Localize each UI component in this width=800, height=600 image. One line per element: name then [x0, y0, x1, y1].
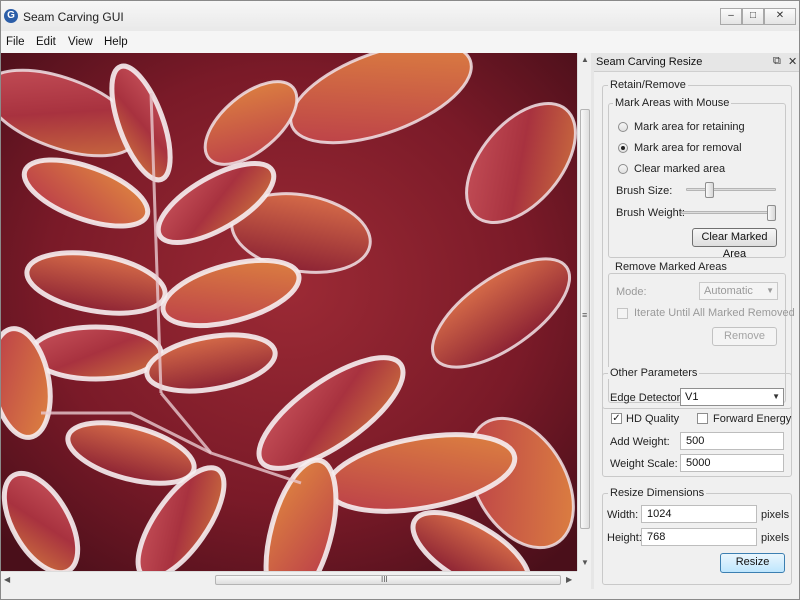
clear-marked-area-button[interactable]: Clear Marked Area: [692, 228, 777, 260]
radio-clear-marked[interactable]: [618, 164, 628, 174]
forward-energy-label[interactable]: Forward Energy: [713, 413, 791, 425]
resize-dimensions-title: Resize Dimensions: [608, 487, 707, 499]
brush-size-label: Brush Size:: [616, 185, 673, 197]
height-label: Height:: [607, 532, 642, 544]
mode-label: Mode:: [616, 286, 647, 298]
brush-size-track[interactable]: [686, 188, 776, 191]
mode-select[interactable]: Automatic ▼: [699, 282, 778, 300]
scroll-up-icon[interactable]: ▲: [581, 55, 589, 64]
iterate-checkbox[interactable]: [617, 308, 628, 319]
image-canvas[interactable]: [1, 53, 577, 571]
mode-select-value: Automatic: [704, 285, 753, 297]
window-title: Seam Carving GUI: [23, 10, 124, 24]
vertical-scrollbar[interactable]: ▲ ≡ ▼: [577, 53, 592, 571]
maximize-button[interactable]: □: [742, 8, 764, 25]
brush-weight-label: Brush Weight:: [616, 207, 685, 219]
resize-button[interactable]: Resize: [720, 553, 785, 573]
menu-edit[interactable]: Edit: [36, 36, 56, 48]
title-bar[interactable]: G Seam Carving GUI – □ ✕: [1, 1, 799, 31]
radio-mark-removal[interactable]: [618, 143, 628, 153]
app-window: G Seam Carving GUI – □ ✕ File Edit View …: [0, 0, 800, 600]
weight-scale-label: Weight Scale:: [610, 458, 678, 470]
edge-detector-label: Edge Detector:: [610, 392, 684, 404]
dock-title-bar[interactable]: Seam Carving Resize ⧉ ✕: [594, 53, 799, 72]
horizontal-scroll-thumb[interactable]: III: [215, 575, 561, 585]
clear-marked-label[interactable]: Clear marked area: [634, 163, 725, 175]
vertical-scroll-thumb[interactable]: ≡: [580, 109, 590, 529]
height-unit: pixels: [761, 532, 790, 544]
app-icon: G: [4, 9, 18, 23]
height-input[interactable]: 768: [641, 528, 757, 546]
mark-areas-title: Mark Areas with Mouse: [613, 97, 732, 109]
edge-detector-select[interactable]: V1 ▼: [680, 388, 784, 406]
chevron-down-icon: ▼: [772, 392, 780, 401]
menu-help[interactable]: Help: [104, 36, 128, 48]
scroll-right-icon[interactable]: ▶: [566, 575, 572, 584]
add-weight-input[interactable]: 500: [680, 432, 784, 450]
remove-button[interactable]: Remove: [712, 327, 777, 346]
remove-marked-title: Remove Marked Areas: [613, 261, 729, 273]
grip-icon: ≡: [582, 310, 588, 320]
weight-scale-input[interactable]: 5000: [680, 454, 784, 472]
dock-close-icon[interactable]: ✕: [788, 55, 797, 68]
radio-mark-retain[interactable]: [618, 122, 628, 132]
brush-weight-slider[interactable]: [767, 205, 776, 221]
close-button[interactable]: ✕: [764, 8, 796, 25]
hd-quality-checkbox[interactable]: ✓: [611, 413, 622, 424]
edge-detector-value: V1: [685, 391, 699, 403]
dock-title: Seam Carving Resize: [596, 56, 703, 68]
chevron-down-icon: ▼: [766, 286, 774, 295]
scroll-down-icon[interactable]: ▼: [581, 558, 589, 567]
mark-retain-label[interactable]: Mark area for retaining: [634, 121, 745, 133]
menu-file[interactable]: File: [6, 36, 25, 48]
grip-icon: III: [381, 575, 388, 584]
brush-weight-track[interactable]: [681, 211, 776, 214]
scroll-left-icon[interactable]: ◀: [4, 575, 10, 584]
brush-size-slider[interactable]: [705, 182, 715, 198]
width-input[interactable]: 1024: [641, 505, 757, 523]
width-label: Width:: [607, 509, 639, 521]
other-params-title: Other Parameters: [608, 367, 700, 379]
float-icon[interactable]: ⧉: [773, 55, 781, 68]
mark-removal-label[interactable]: Mark area for removal: [634, 142, 742, 154]
forward-energy-checkbox[interactable]: [697, 413, 708, 424]
menu-view[interactable]: View: [68, 36, 93, 48]
menu-bar: File Edit View Help: [1, 31, 799, 54]
iterate-label[interactable]: Iterate Until All Marked Removed: [634, 307, 795, 319]
frosted-leaves-image: [1, 53, 577, 571]
horizontal-scrollbar[interactable]: ◀ III ▶: [1, 571, 577, 588]
add-weight-label: Add Weight:: [610, 436, 670, 448]
seam-carving-dock: Seam Carving Resize ⧉ ✕ Retain/Remove Ma…: [594, 53, 799, 589]
hd-quality-label[interactable]: HD Quality: [626, 413, 679, 425]
status-bar: [1, 589, 799, 599]
retain-remove-title: Retain/Remove: [608, 79, 688, 91]
minimize-button[interactable]: –: [720, 8, 742, 25]
width-unit: pixels: [761, 509, 790, 521]
